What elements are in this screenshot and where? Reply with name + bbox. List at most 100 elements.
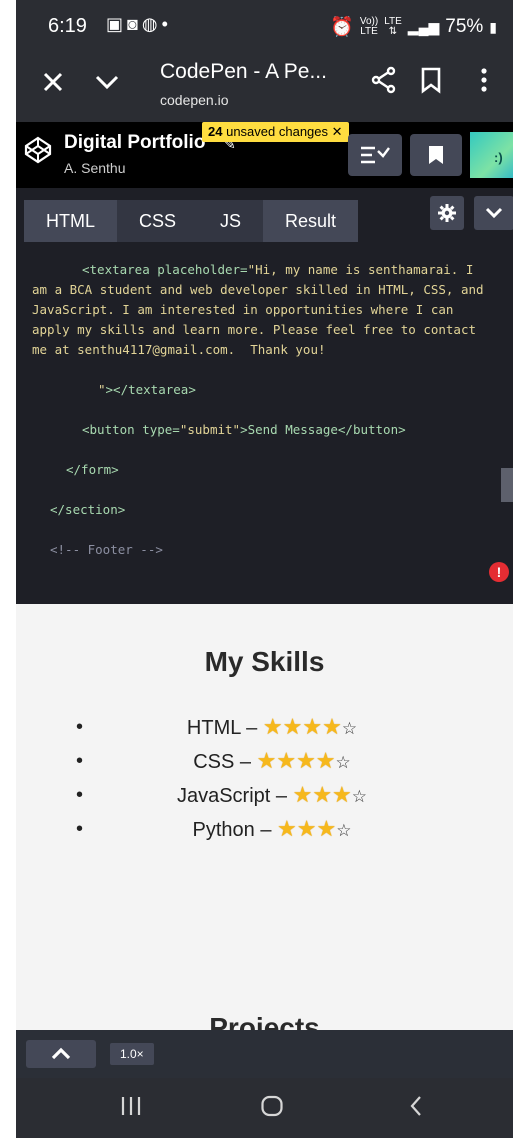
smiley-icon: :) [494, 150, 503, 165]
recent-apps-button[interactable] [120, 1094, 142, 1123]
zoom-level-button[interactable]: 1.0× [110, 1043, 154, 1065]
user-avatar[interactable]: :) [470, 132, 513, 178]
phone-screen: 6:19 ▣◙◍• ⏰ Vo)) LTE LTE ⇅ ▂▄▆ 75% ▮ CodeP… [16, 0, 513, 1138]
back-button[interactable] [408, 1094, 424, 1123]
star-filled-icon: ★ [322, 714, 342, 739]
codepen-header: Digital Portfolio ✎ A. Senthu 24 unsaved… [16, 122, 513, 188]
alarm-icon: ⏰ [330, 17, 354, 38]
page-title: CodePen - A Pe... [160, 60, 327, 83]
star-filled-icon: ★ [256, 748, 277, 773]
chevron-down-icon [485, 207, 503, 219]
star-filled-icon: ★ [332, 782, 352, 807]
code-line-footer-comment: <!-- Footer --> [50, 542, 163, 557]
list-bullet: • [76, 818, 84, 840]
star-filled-icon: ★ [315, 748, 336, 773]
skill-rating: ★★★★☆ [256, 748, 351, 773]
expand-console-button[interactable] [26, 1040, 96, 1068]
system-nav-bar [16, 1078, 513, 1138]
star-filled-icon: ★ [302, 714, 323, 739]
skill-separator: – [240, 717, 263, 739]
lte-indicator: LTE ⇅ [384, 16, 402, 37]
pen-title[interactable]: Digital Portfolio [64, 132, 205, 154]
html-code-editor[interactable]: <textarea placeholder="Hi, my name is se… [16, 242, 513, 604]
editor-tabs: HTML CSS JS Result [24, 200, 359, 242]
media-icon: ◙ [127, 14, 142, 34]
unsaved-changes-badge[interactable]: 24 unsaved changes ✕ [202, 122, 349, 142]
pen-author[interactable]: A. Senthu [64, 160, 126, 176]
collapse-button[interactable] [94, 66, 120, 102]
skill-rating: ★★★★☆ [262, 714, 358, 739]
menu-button[interactable] [480, 66, 488, 102]
star-empty-icon: ☆ [336, 821, 352, 840]
save-bookmark-button[interactable] [410, 134, 462, 176]
star-filled-icon: ★ [296, 748, 316, 773]
star-filled-icon: ★ [316, 816, 337, 841]
code-line-button: <button type="submit">Send Message</butt… [82, 422, 406, 437]
projects-heading: Projects [209, 1012, 320, 1030]
app-icon: ◍ [141, 14, 162, 34]
code-line-form-close: </form> [66, 462, 119, 477]
close-icon [43, 72, 63, 92]
back-icon [410, 1096, 421, 1116]
skill-name: CSS [193, 751, 235, 773]
tab-js[interactable]: JS [198, 200, 263, 242]
star-filled-icon: ★ [276, 748, 297, 773]
editor-collapse-button[interactable] [474, 196, 513, 230]
home-icon [261, 1095, 283, 1117]
skill-name: JavaScript [176, 785, 271, 807]
browser-toolbar: CodePen - A Pe... codepen.io [16, 52, 513, 122]
error-indicator-icon[interactable]: ! [489, 562, 509, 582]
star-filled-icon: ★ [312, 782, 333, 807]
list-bullet: • [76, 750, 84, 772]
codepen-logo-icon[interactable] [24, 136, 52, 164]
tab-css[interactable]: CSS [117, 200, 198, 242]
battery-icon: ▮ [489, 18, 497, 35]
skill-item: • HTML – ★★★★☆ [72, 714, 472, 748]
more-vertical-icon [481, 68, 487, 92]
skill-rating: ★★★☆ [277, 816, 352, 841]
page-url[interactable]: codepen.io [160, 92, 229, 108]
code-line-textarea-close: "></textarea> [98, 382, 196, 397]
volte-indicator: Vo)) LTE [359, 16, 379, 37]
skill-item: • JavaScript – ★★★☆ [72, 782, 472, 816]
bookmark-icon [429, 146, 443, 164]
bookmark-icon [421, 67, 441, 94]
star-empty-icon: ☆ [351, 787, 368, 806]
code-content[interactable]: <textarea placeholder="Hi, my name is se… [16, 260, 486, 560]
dot-icon: • [161, 14, 172, 34]
gallery-icon: ▣ [106, 14, 128, 34]
star-filled-icon: ★ [296, 816, 317, 841]
share-button[interactable] [370, 66, 398, 103]
star-empty-icon: ☆ [341, 719, 358, 738]
skill-item: • Python – ★★★☆ [72, 816, 472, 850]
close-tab-button[interactable] [42, 66, 64, 102]
unsaved-count: 24 [208, 124, 223, 139]
recent-apps-icon [121, 1097, 141, 1115]
code-line-section-close: </section> [50, 502, 126, 517]
tab-html[interactable]: HTML [24, 200, 117, 242]
star-filled-icon: ★ [277, 816, 297, 841]
star-filled-icon: ★ [262, 714, 283, 739]
skill-item: • CSS – ★★★★☆ [72, 748, 472, 782]
signal-icon: ▂▄▆ [407, 18, 440, 35]
status-time: 6:19 [48, 15, 87, 37]
skill-rating: ★★★☆ [293, 782, 368, 807]
skills-heading: My Skills [204, 646, 325, 677]
chevron-down-icon [95, 75, 119, 90]
gear-icon [438, 204, 456, 222]
skill-separator: – [254, 819, 278, 841]
battery-percent: 75% [445, 16, 484, 37]
star-filled-icon: ★ [282, 714, 303, 739]
result-preview[interactable]: My Skills • HTML – ★★★★☆ • CSS – ★★★★☆ • Java… [16, 604, 513, 1030]
bookmark-button[interactable] [420, 66, 442, 103]
list-bullet: • [76, 784, 84, 806]
view-changes-button[interactable] [348, 134, 402, 176]
home-button[interactable] [260, 1094, 284, 1123]
tab-result[interactable]: Result [263, 200, 359, 242]
status-right: ⏰ Vo)) LTE LTE ⇅ ▂▄▆ 75% ▮ [330, 15, 497, 39]
editor-settings-button[interactable] [430, 196, 464, 230]
star-empty-icon: ☆ [335, 753, 351, 772]
code-line-textarea: <textarea placeholder="Hi, my name is se… [32, 262, 492, 357]
dismiss-badge-icon[interactable]: ✕ [332, 124, 343, 139]
editor-scrollbar-thumb[interactable] [501, 468, 513, 502]
